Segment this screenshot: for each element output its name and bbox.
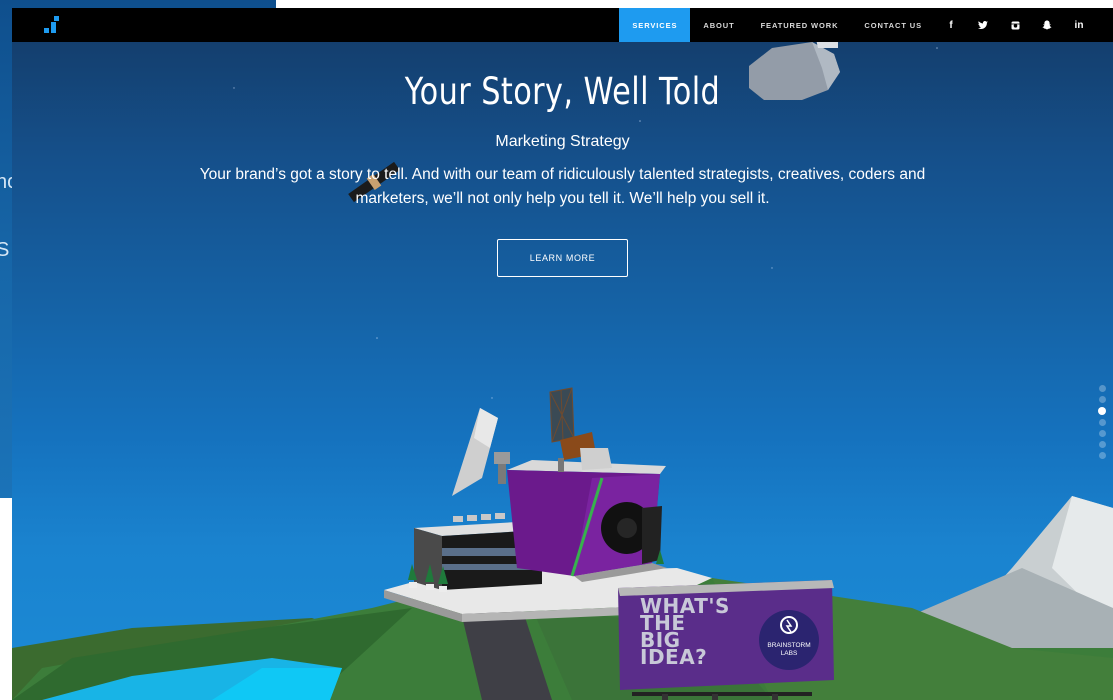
pagination-dot[interactable]	[1098, 430, 1106, 437]
logo-line: LABS	[780, 650, 798, 657]
satellite-dish	[452, 408, 510, 496]
pagination-dot[interactable]	[1098, 452, 1106, 459]
section-pagination	[1098, 385, 1106, 459]
brainstorm-labs-logo: BRAINSTORM LABS	[757, 642, 821, 658]
hero-title: Your Story, Well Told	[404, 70, 721, 113]
hero: Your Story, Well Told Marketing Strategy…	[12, 70, 1113, 277]
snapchat-icon	[1042, 20, 1052, 30]
twitter-icon	[978, 20, 988, 29]
logo-line: BRAINSTORM	[767, 642, 811, 649]
billboard-line: IDEA?	[640, 645, 708, 669]
pagination-dot[interactable]	[1098, 441, 1106, 448]
top-nav: SERVICES ABOUT FEATURED WORK CONTACT US …	[12, 8, 1113, 42]
pagination-dot[interactable]	[1098, 419, 1106, 426]
pagination-dot[interactable]	[1098, 407, 1106, 415]
hero-description: Your brand’s got a story to tell. And wi…	[199, 166, 926, 207]
instagram-icon	[1011, 21, 1019, 29]
background-text: S	[0, 239, 10, 261]
main-viewport: WHAT'S THE BIG IDEA? BRAINSTORM LABS SER…	[12, 8, 1113, 700]
radar-tower	[549, 387, 612, 472]
nav-item-featured-work[interactable]: FEATURED WORK	[748, 8, 852, 42]
nav-item-services[interactable]: SERVICES	[619, 8, 691, 42]
hero-subtitle: Marketing Strategy	[495, 133, 630, 150]
instagram-icon[interactable]	[999, 8, 1031, 42]
snapchat-icon[interactable]	[1031, 8, 1063, 42]
nav-item-contact-us[interactable]: CONTACT US	[851, 8, 935, 42]
pagination-dot[interactable]	[1098, 385, 1106, 392]
billboard-headline: WHAT'S THE BIG IDEA?	[640, 596, 760, 669]
learn-more-button[interactable]: LEARN MORE	[497, 239, 628, 277]
facebook-icon[interactable]: f	[935, 8, 967, 42]
linkedin-icon[interactable]: in	[1063, 8, 1095, 42]
nav-item-about[interactable]: ABOUT	[690, 8, 747, 42]
twitter-icon[interactable]	[967, 8, 999, 42]
pagination-dot[interactable]	[1098, 396, 1106, 403]
brand-logo[interactable]	[44, 16, 62, 34]
nav-links: SERVICES ABOUT FEATURED WORK CONTACT US …	[619, 8, 1095, 42]
